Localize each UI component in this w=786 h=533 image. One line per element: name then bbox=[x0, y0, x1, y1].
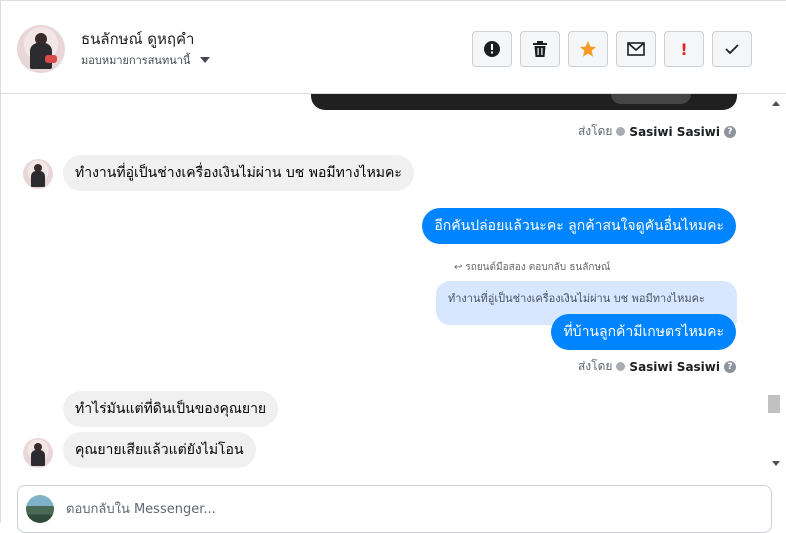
sent-check-icon bbox=[616, 127, 626, 136]
contact-name[interactable]: ธนลักษณ์ ดูหฤคำ bbox=[81, 27, 194, 51]
conversation-panel: ธนลักษณ์ ดูหฤคำ มอบหมายการสนทนานี้ ! ส่ง… bbox=[0, 0, 786, 533]
sent-check-icon bbox=[616, 362, 626, 371]
incoming-message[interactable]: ทำไร่มันแต่ที่ดินเป็นของคุณยาย bbox=[63, 391, 279, 427]
contact-avatar-small[interactable] bbox=[23, 438, 53, 468]
assign-label: มอบหมายการสนทนานี้ bbox=[81, 54, 191, 67]
sent-by-prefix: ส่งโดย bbox=[577, 359, 613, 373]
star-button[interactable] bbox=[568, 31, 608, 67]
star-icon bbox=[580, 41, 596, 57]
help-icon[interactable]: ? bbox=[724, 360, 736, 373]
delete-button[interactable] bbox=[520, 31, 560, 67]
mark-unread-button[interactable] bbox=[616, 31, 656, 67]
sent-by-prefix: ส่งโดย bbox=[577, 124, 613, 138]
outgoing-message[interactable]: ที่บ้านลูกค้ามีเกษตรไหมคะ bbox=[551, 314, 736, 350]
header-actions: ! bbox=[472, 31, 752, 67]
mark-done-button[interactable] bbox=[712, 31, 752, 67]
contact-avatar-small[interactable] bbox=[23, 159, 53, 189]
reply-context-text: รถยนต์มือสอง ตอบกลับ ธนลักษณ์ bbox=[465, 262, 611, 273]
scroll-down-arrow[interactable] bbox=[772, 461, 780, 466]
sender-name: Sasiwi Sasiwi bbox=[629, 124, 720, 139]
spam-button[interactable]: ! bbox=[664, 31, 704, 67]
caret-down-icon bbox=[200, 57, 211, 63]
incoming-message[interactable]: ทำงานที่อู่เป็นช่างเครื่องเงินไม่ผ่าน บช… bbox=[63, 155, 414, 191]
alert-button[interactable] bbox=[472, 31, 512, 67]
shared-image[interactable] bbox=[311, 94, 737, 110]
reply-arrow-icon: ↩ bbox=[454, 262, 463, 273]
trash-icon bbox=[533, 41, 547, 57]
envelope-icon bbox=[627, 42, 645, 56]
contact-avatar[interactable] bbox=[17, 25, 65, 73]
message-composer bbox=[17, 485, 772, 533]
reply-context: ↩ รถยนต์มือสอง ตอบกลับ ธนลักษณ์ bbox=[454, 260, 610, 275]
reply-input[interactable] bbox=[66, 496, 666, 522]
incoming-message[interactable]: คุณยายเสียแล้วแต่ยังไม่โอน bbox=[63, 432, 256, 468]
outgoing-message[interactable]: อีกคันปล่อยแล้วนะคะ ลูกค้าสนใจดูคันอื่นไ… bbox=[422, 208, 736, 244]
scrollbar-thumb[interactable] bbox=[768, 395, 780, 413]
check-icon bbox=[725, 44, 739, 55]
assign-conversation-dropdown[interactable]: มอบหมายการสนทนานี้ bbox=[81, 51, 211, 69]
alert-circle-icon bbox=[484, 41, 500, 57]
sender-name: Sasiwi Sasiwi bbox=[629, 359, 720, 374]
page-avatar bbox=[26, 495, 54, 523]
conversation-header: ธนลักษณ์ ดูหฤคำ มอบหมายการสนทนานี้ ! bbox=[1, 1, 786, 94]
sent-by-label: ส่งโดย Sasiwi Sasiwi ? bbox=[578, 357, 736, 376]
exclamation-icon: ! bbox=[680, 39, 688, 59]
help-icon[interactable]: ? bbox=[724, 125, 736, 138]
sent-by-label: ส่งโดย Sasiwi Sasiwi ? bbox=[578, 122, 736, 141]
scroll-up-arrow[interactable] bbox=[772, 101, 780, 106]
